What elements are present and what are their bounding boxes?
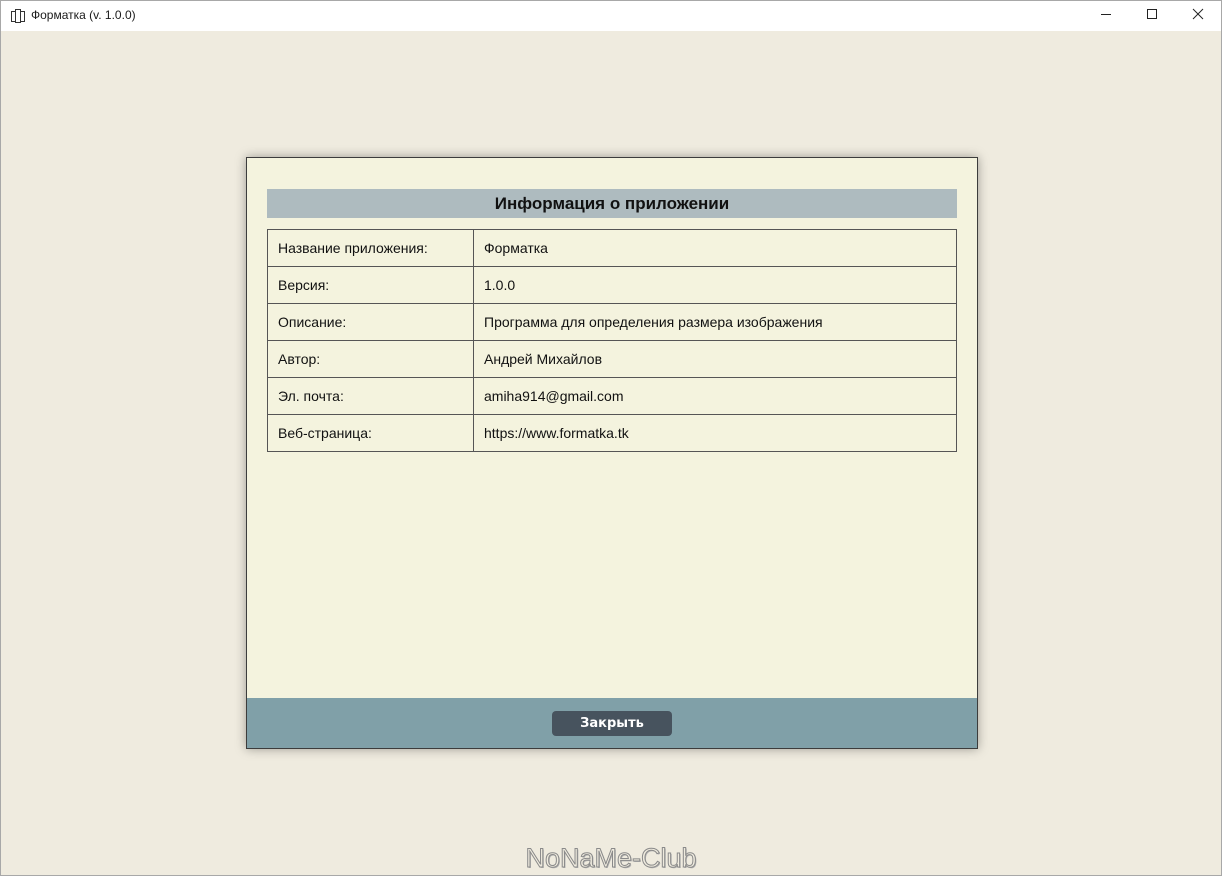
app-window-icon bbox=[10, 8, 26, 24]
row-value: Андрей Михайлов bbox=[473, 340, 957, 378]
table-row: Версия: 1.0.0 bbox=[267, 266, 957, 304]
maximize-button[interactable] bbox=[1129, 1, 1175, 31]
row-label: Название приложения: bbox=[267, 229, 474, 267]
about-dialog: Информация о приложении Название приложе… bbox=[246, 157, 978, 749]
title-bar[interactable]: Форматка (v. 1.0.0) bbox=[1, 1, 1221, 31]
window-client-area: Информация о приложении Название приложе… bbox=[1, 31, 1221, 875]
row-value: https://www.formatka.tk bbox=[473, 414, 957, 452]
close-window-button[interactable] bbox=[1175, 1, 1221, 31]
row-label: Веб-страница: bbox=[267, 414, 474, 452]
window-title: Форматка (v. 1.0.0) bbox=[31, 8, 136, 22]
table-row: Автор: Андрей Михайлов bbox=[267, 340, 957, 378]
row-label: Эл. почта: bbox=[267, 377, 474, 415]
table-row: Описание: Программа для определения разм… bbox=[267, 303, 957, 341]
row-value: amiha914@gmail.com bbox=[473, 377, 957, 415]
dialog-footer: Закрыть bbox=[247, 698, 977, 748]
row-label: Описание: bbox=[267, 303, 474, 341]
app-window: Форматка (v. 1.0.0) Информация о приложе… bbox=[0, 0, 1222, 876]
info-table: Название приложения: Форматка Версия: 1.… bbox=[267, 229, 957, 452]
dialog-title: Информация о приложении bbox=[267, 189, 957, 218]
table-row: Название приложения: Форматка bbox=[267, 229, 957, 267]
row-label: Автор: bbox=[267, 340, 474, 378]
row-value: 1.0.0 bbox=[473, 266, 957, 304]
row-value: Форматка bbox=[473, 229, 957, 267]
table-row: Веб-страница: https://www.formatka.tk bbox=[267, 414, 957, 452]
close-icon bbox=[1192, 7, 1204, 25]
minimize-icon bbox=[1100, 7, 1112, 25]
maximize-icon bbox=[1146, 7, 1158, 25]
minimize-button[interactable] bbox=[1083, 1, 1129, 31]
table-row: Эл. почта: amiha914@gmail.com bbox=[267, 377, 957, 415]
watermark: NoNaMe-Club bbox=[525, 843, 697, 874]
row-label: Версия: bbox=[267, 266, 474, 304]
row-value: Программа для определения размера изобра… bbox=[473, 303, 957, 341]
close-button[interactable]: Закрыть bbox=[552, 711, 672, 736]
